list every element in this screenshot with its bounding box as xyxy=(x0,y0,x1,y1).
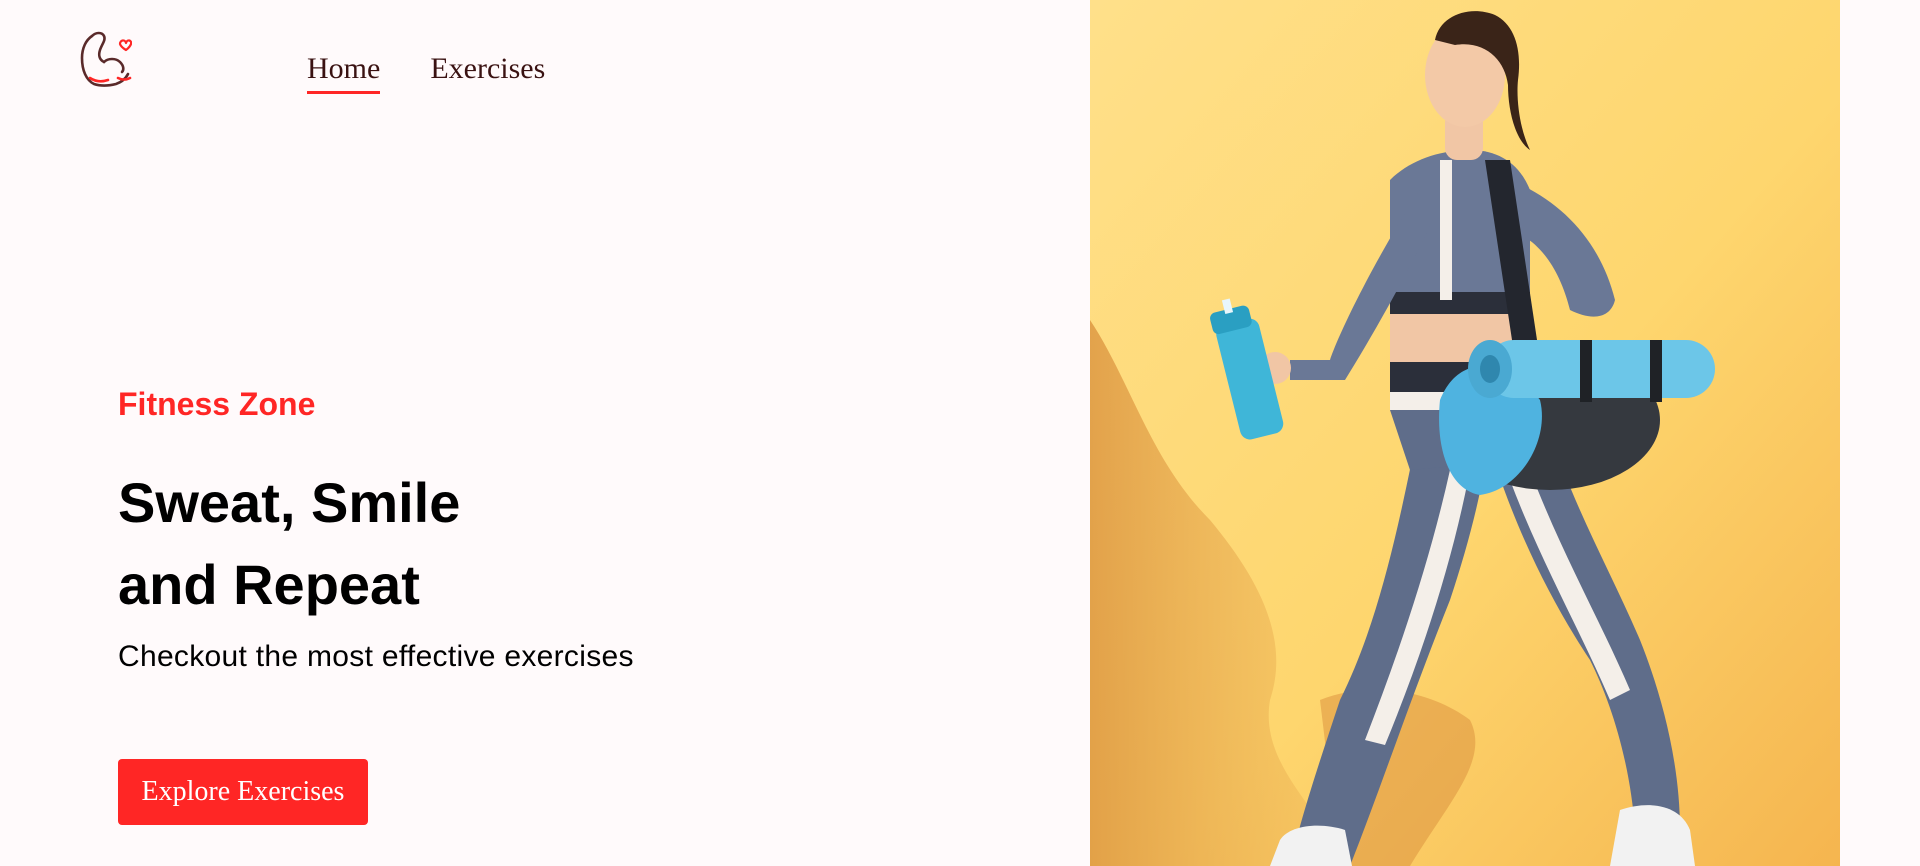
explore-exercises-button[interactable]: Explore Exercises xyxy=(118,759,368,825)
nav-link-home[interactable]: Home xyxy=(307,52,381,94)
hero-title-line-1: Sweat, Smile xyxy=(118,471,461,534)
main-nav: Home Exercises xyxy=(307,52,545,94)
hero-subtitle: Checkout the most effective exercises xyxy=(118,640,634,673)
hero-title: Sweat, Smile and Repeat xyxy=(118,462,460,626)
flexed-arm-heart-icon[interactable] xyxy=(78,26,133,92)
hero-kicker: Fitness Zone xyxy=(118,386,316,422)
banner-image xyxy=(1090,0,1840,866)
landing-page: Home Exercises Fitness Zone Sweat, Smile… xyxy=(0,0,1920,866)
nav-link-exercises[interactable]: Exercises xyxy=(430,52,545,94)
hero-title-line-2: and Repeat xyxy=(118,553,420,616)
